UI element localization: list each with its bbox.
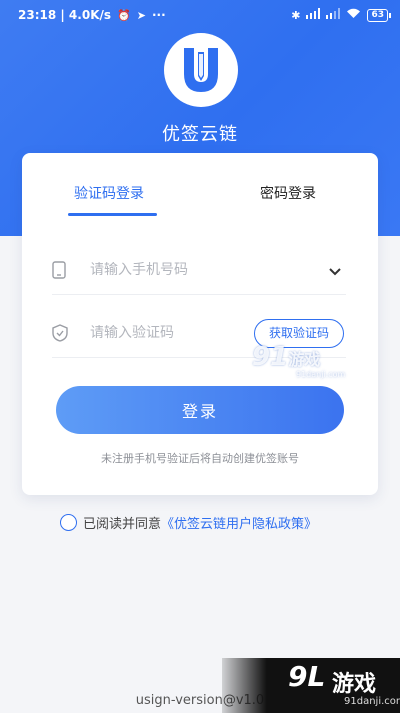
app-logo bbox=[164, 33, 238, 107]
tab-sms-login[interactable]: 验证码登录 bbox=[74, 183, 144, 203]
watermark-bottom: 9L 游戏 91danji.com bbox=[222, 658, 400, 713]
status-bar: 23:18 | 4.0K/s ⏰ ➤ ··· ✱ 63 bbox=[0, 0, 400, 30]
wifi-icon bbox=[346, 8, 361, 22]
watermark-91danji: 91游戏 91danji.com bbox=[252, 342, 345, 379]
watermark-bottom-logo: 9L bbox=[288, 660, 326, 693]
agree-text: 已阅读并同意 bbox=[83, 517, 162, 532]
login-card: 验证码登录 密码登录 获取验证码 登录 未注册手机号验证后将自动创建优签账号 bbox=[22, 153, 378, 495]
logo-u-pen-icon bbox=[184, 48, 218, 92]
watermark-bottom-text: 游戏 bbox=[332, 672, 377, 697]
status-time: 23:18 | 4.0K/s bbox=[18, 8, 112, 22]
register-hint: 未注册手机号验证后将自动创建优签账号 bbox=[101, 452, 299, 465]
privacy-agreement: 已阅读并同意 《优签云链用户隐私政策》 bbox=[60, 513, 317, 532]
phone-icon bbox=[52, 260, 76, 279]
battery-icon: 63 bbox=[367, 8, 391, 22]
status-more: ··· bbox=[151, 8, 166, 22]
tab-password-login[interactable]: 密码登录 bbox=[260, 183, 316, 203]
watermark-url: 91danji.com bbox=[296, 370, 346, 379]
watermark-text: 游戏 bbox=[288, 350, 321, 369]
signal-icon-2 bbox=[326, 8, 341, 22]
location-arrow-icon: ➤ bbox=[136, 8, 146, 22]
code-input[interactable] bbox=[90, 324, 260, 341]
app-title: 优签云链 bbox=[162, 124, 238, 145]
agree-radio[interactable] bbox=[60, 514, 77, 531]
shield-icon bbox=[52, 323, 76, 342]
chevron-down-icon[interactable] bbox=[328, 262, 342, 281]
login-button[interactable]: 登录 bbox=[56, 386, 344, 434]
signal-icon bbox=[306, 8, 321, 22]
active-tab-indicator bbox=[68, 213, 157, 216]
phone-input[interactable] bbox=[90, 261, 260, 278]
watermark-bottom-url: 91danji.com bbox=[344, 696, 400, 707]
alarm-icon: ⏰ bbox=[117, 8, 131, 22]
bluetooth-icon: ✱ bbox=[291, 8, 301, 22]
privacy-policy-link[interactable]: 《优签云链用户隐私政策》 bbox=[161, 513, 317, 532]
phone-row bbox=[52, 245, 346, 295]
watermark-number: 91 bbox=[252, 342, 289, 372]
